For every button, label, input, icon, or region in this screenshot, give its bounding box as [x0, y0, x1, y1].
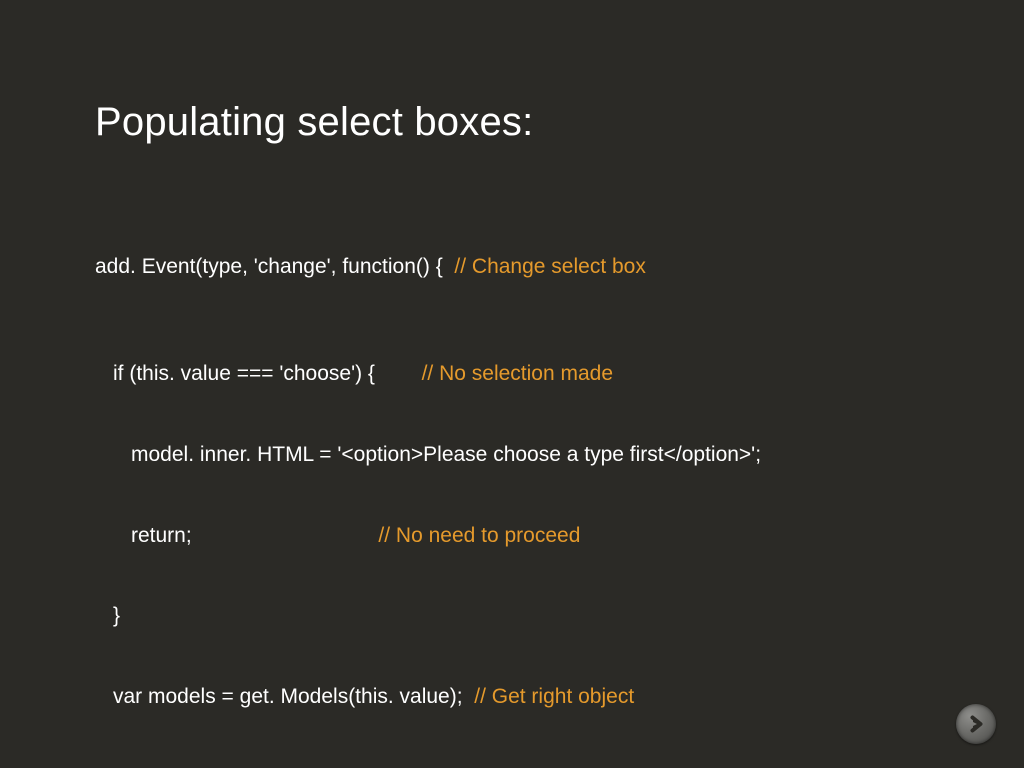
code-line: model. inner. HTML = '<option>Please cho…	[95, 442, 944, 469]
code-line: return; // No need to proceed	[95, 523, 944, 550]
slide-title: Populating select boxes:	[95, 100, 944, 145]
code-line: var models = get. Models(this. value); /…	[95, 684, 944, 711]
code-line: }	[95, 603, 944, 630]
next-slide-button[interactable]	[956, 704, 996, 744]
code-comment: // Get right object	[474, 685, 634, 708]
arrow-right-icon	[966, 714, 986, 734]
code-block: add. Event(type, 'change', function() { …	[95, 200, 944, 768]
slide: Populating select boxes: add. Event(type…	[0, 0, 1024, 768]
code-line: if (this. value === 'choose') { // No se…	[95, 361, 944, 388]
code-line: add. Event(type, 'change', function() { …	[95, 254, 944, 281]
code-comment: // No selection made	[422, 362, 613, 385]
code-comment: // No need to proceed	[378, 524, 580, 547]
code-comment: // Change select box	[454, 255, 645, 278]
